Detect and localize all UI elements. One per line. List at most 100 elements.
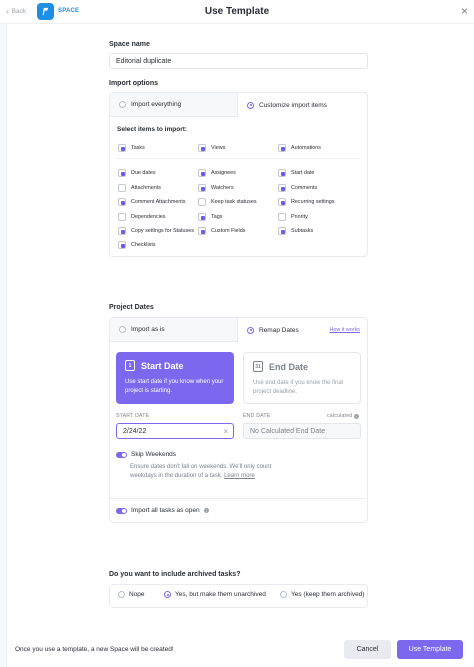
import-item-checkbox[interactable]: Views	[198, 144, 225, 152]
project-dates-label: Project Dates	[109, 304, 154, 311]
checkbox[interactable]	[118, 144, 126, 152]
import-item-label: Subtasks	[291, 228, 314, 234]
import-as-is-option[interactable]: Import as is	[110, 318, 238, 342]
import-item-checkbox[interactable]: Subtasks	[278, 227, 313, 235]
import-everything-radio[interactable]	[119, 101, 126, 108]
archived-nope-radio[interactable]	[118, 591, 125, 598]
import-item-label: Attachments	[131, 185, 161, 191]
import-item-checkbox[interactable]: Copy settings for Statuses	[118, 227, 194, 235]
import-item-checkbox[interactable]: Recurring settings	[278, 198, 334, 206]
checkbox[interactable]	[278, 227, 286, 235]
import-item-checkbox[interactable]: Tags	[198, 213, 222, 221]
import-everything-option[interactable]: Import everything	[110, 93, 238, 117]
checkbox[interactable]	[118, 169, 126, 177]
import-everything-label: Import everything	[131, 101, 182, 108]
end-tile-title: End Date	[269, 361, 309, 372]
skip-weekends-help: Ensure dates don't fall on weekends. We'…	[130, 463, 290, 481]
calendar-icon: 1	[125, 360, 135, 371]
checkbox[interactable]	[198, 227, 206, 235]
checkbox[interactable]	[118, 184, 126, 192]
checkbox[interactable]	[198, 198, 206, 206]
archived-option-keep[interactable]: Yes (keep them archived)	[280, 591, 364, 598]
import-item-checkbox[interactable]: Assignees	[198, 169, 236, 177]
import-item-checkbox[interactable]: Due dates	[118, 169, 156, 177]
items-divider	[116, 158, 360, 159]
import-item-label: Checklists	[131, 242, 156, 248]
how-it-works-link[interactable]: How it works	[329, 327, 360, 333]
calculated-hint: calculated i	[327, 413, 360, 419]
skip-weekends-toggle[interactable]	[116, 451, 127, 458]
import-item-label: Tasks	[131, 145, 145, 151]
calculated-label: calculated	[327, 413, 353, 419]
archived-unarchive-radio[interactable]	[164, 591, 171, 598]
remap-dates-radio[interactable]	[247, 326, 254, 334]
import-item-checkbox[interactable]: Automations	[278, 144, 321, 152]
import-item-checkbox[interactable]: Checklists	[118, 241, 156, 249]
import-item-checkbox[interactable]: Watchers	[198, 184, 234, 192]
checkbox[interactable]	[118, 227, 126, 235]
checkbox[interactable]	[198, 184, 206, 192]
page-title: Use Template	[204, 6, 270, 17]
checkbox[interactable]	[118, 198, 126, 206]
checkbox[interactable]	[278, 213, 286, 221]
end-date-caption: END DATE	[243, 413, 271, 419]
end-tile-text: Use end date if you know the final proje…	[253, 380, 344, 395]
archived-keep-radio[interactable]	[280, 591, 287, 598]
checkbox[interactable]	[118, 213, 126, 221]
cancel-button[interactable]: Cancel	[344, 640, 391, 659]
import-item-label: Custom Fields	[211, 228, 246, 234]
import-item-label: Comment Attachments	[131, 199, 186, 205]
customize-import-option[interactable]: Customize import items	[238, 93, 367, 117]
import-item-checkbox[interactable]: Custom Fields	[198, 227, 245, 235]
clear-icon[interactable]: ×	[223, 427, 228, 436]
archived-option-unarchive[interactable]: Yes, but make them unarchived	[164, 591, 266, 598]
import-item-checkbox[interactable]: Comments	[278, 184, 317, 192]
import-item-checkbox[interactable]: Dependencies	[118, 213, 165, 221]
info-icon: i	[354, 413, 360, 419]
checkbox[interactable]	[278, 198, 286, 206]
start-date-input[interactable]: 2/24/22 ×	[116, 423, 234, 439]
import-item-checkbox[interactable]: Tasks	[118, 144, 145, 152]
space-name-input[interactable]: Editorial duplicate	[109, 53, 368, 69]
space-name-value: Editorial duplicate	[116, 57, 172, 65]
import-item-checkbox[interactable]: Start date	[278, 169, 314, 177]
skip-weekends-label: Skip Weekends	[131, 451, 177, 458]
close-icon[interactable]: ×	[461, 5, 468, 17]
end-date-tile[interactable]: 31 End Date Use end date if you know the…	[243, 352, 361, 404]
import-item-label: Due dates	[131, 170, 156, 176]
import-item-checkbox[interactable]: Comment Attachments	[118, 198, 186, 206]
import-item-checkbox[interactable]: Priority	[278, 213, 308, 221]
checkbox[interactable]	[278, 169, 286, 177]
import-open-toggle[interactable]	[116, 507, 127, 514]
checkbox[interactable]	[198, 144, 206, 152]
checkbox[interactable]	[278, 144, 286, 152]
customize-import-label: Customize import items	[259, 101, 327, 109]
archived-option-nope[interactable]: Nope	[118, 591, 145, 598]
import-item-label: Keep task statuses	[211, 199, 257, 205]
start-tile-title: Start Date	[141, 360, 184, 371]
select-items-label: Select items to import:	[117, 126, 188, 133]
import-item-label: Views	[211, 145, 226, 151]
import-item-label: Assignees	[211, 170, 236, 176]
checkbox[interactable]	[118, 241, 126, 249]
checkbox[interactable]	[278, 184, 286, 192]
remap-dates-label: Remap Dates	[259, 326, 299, 334]
import-options-label: Import options	[109, 80, 158, 87]
import-item-checkbox[interactable]: Keep task statuses	[198, 198, 257, 206]
import-item-checkbox[interactable]: Attachments	[118, 184, 161, 192]
skip-weekends-row: Skip Weekends	[116, 451, 176, 458]
checkbox[interactable]	[198, 213, 206, 221]
checkbox[interactable]	[198, 169, 206, 177]
footer-note: Once you use a template, a new Space wil…	[15, 646, 174, 653]
learn-more-link[interactable]: Learn more	[224, 473, 255, 479]
modal-header: ‹ Back SPACE Use Template ×	[0, 0, 474, 24]
start-tile-text: Use start date if you know when your pro…	[125, 379, 224, 394]
import-as-is-radio[interactable]	[119, 326, 126, 333]
import-item-label: Copy settings for Statuses	[131, 228, 194, 234]
customize-import-radio[interactable]	[247, 101, 254, 109]
start-date-tile[interactable]: 1 Start Date Use start date if you know …	[116, 352, 234, 404]
use-template-button[interactable]: Use Template	[397, 640, 463, 659]
end-date-placeholder: No Calculated End Date	[250, 427, 326, 435]
archived-option-label: Yes, but make them unarchived	[175, 591, 266, 598]
import-item-label: Watchers	[211, 185, 234, 191]
